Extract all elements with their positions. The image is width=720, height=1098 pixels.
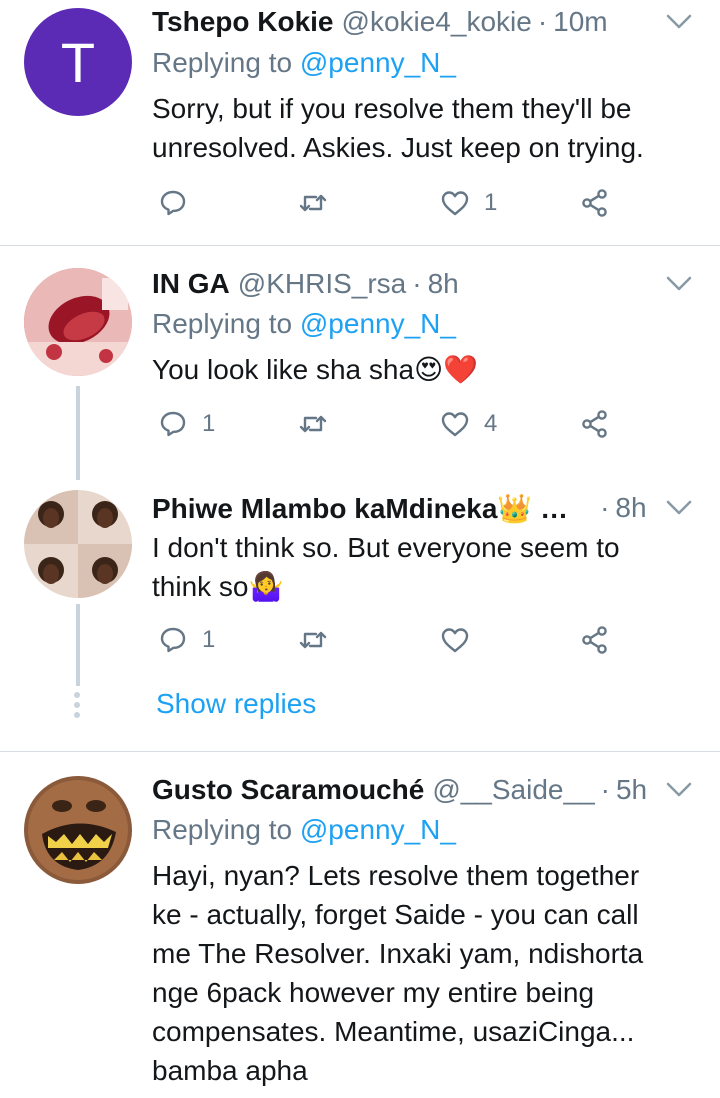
retweet-button[interactable]: [298, 625, 342, 655]
timestamp[interactable]: 8h: [428, 268, 459, 300]
avatar[interactable]: [24, 490, 132, 598]
tweet-4[interactable]: Gusto Scaramouché @__Saide__ · 5h Replyi…: [0, 752, 720, 1098]
chevron-down-icon[interactable]: [666, 12, 692, 32]
separator-dot: ·: [412, 268, 422, 299]
author-name[interactable]: Tshepo Kokie: [152, 6, 334, 38]
thread-line: [76, 386, 80, 480]
avatar-photo: [24, 490, 132, 598]
tweet-2[interactable]: IN GA @KHRIS_rsa · 8h Replying to @penny…: [0, 246, 720, 480]
reply-icon: [160, 627, 186, 653]
share-button[interactable]: [580, 625, 610, 655]
reply-button[interactable]: [158, 188, 202, 218]
tweet-text-line: compensates. Meantime, usaziCinga...: [152, 1016, 635, 1047]
tweet-actions: 1: [152, 188, 622, 228]
reply-button[interactable]: 1: [158, 409, 215, 439]
timestamp[interactable]: 8h: [615, 492, 646, 524]
share-button[interactable]: [580, 188, 610, 218]
separator-dot: ·: [600, 492, 610, 523]
chevron-down-icon[interactable]: [666, 498, 692, 518]
tweet-actions: 1 4: [152, 409, 622, 449]
like-button[interactable]: [440, 625, 484, 655]
replying-to-label: Replying to: [152, 47, 300, 78]
replying-to-label: Replying to: [152, 308, 300, 339]
reply-icon: [160, 190, 186, 216]
share-icon: [582, 189, 607, 217]
heart-icon: [441, 191, 469, 216]
replying-to-label: Replying to: [152, 814, 300, 845]
chevron-down-icon[interactable]: [666, 274, 692, 294]
heart-icon: [441, 412, 469, 437]
avatar-photo: [24, 268, 132, 376]
like-button[interactable]: 4: [440, 409, 497, 439]
author-handle[interactable]: @__Saide__: [432, 774, 594, 806]
author-name[interactable]: Gusto Scaramouché: [152, 774, 424, 806]
avatar[interactable]: T: [24, 8, 132, 116]
replying-to: Replying to @penny_N_: [152, 814, 456, 846]
tweet-3[interactable]: Phiwe Mlambo kaMdineka👑 … · 8h I don't t…: [0, 476, 720, 750]
avatar[interactable]: [24, 268, 132, 376]
author-name[interactable]: Phiwe Mlambo kaMdineka👑 …: [152, 492, 568, 525]
tweet-text-line: bamba apha: [152, 1055, 308, 1086]
avatar[interactable]: [24, 776, 132, 884]
chevron-down-icon[interactable]: [666, 780, 692, 800]
mention-link[interactable]: @penny_N_: [300, 47, 456, 78]
separator-dot: ·: [600, 774, 610, 805]
retweet-icon: [299, 194, 327, 212]
thread-line: [76, 604, 80, 686]
tweet-actions: 1: [152, 625, 622, 665]
tweet-text-line: Hayi, nyan? Lets resolve them together: [152, 860, 640, 891]
tweet-text-line: nge 6pack however my entire being: [152, 977, 595, 1008]
like-count: 1: [484, 189, 498, 216]
like-count: 4: [484, 410, 498, 437]
mention-link[interactable]: @penny_N_: [300, 814, 456, 845]
author-handle[interactable]: @KHRIS_rsa: [238, 268, 406, 300]
reply-button[interactable]: 1: [158, 625, 215, 655]
author-handle[interactable]: @kokie4_kokie: [342, 6, 532, 38]
author-name[interactable]: IN GA: [152, 268, 230, 300]
tweet-text: You look like sha sha😍❤️: [152, 354, 479, 385]
thread-continuation-dots: [74, 692, 82, 722]
share-icon: [582, 410, 607, 438]
separator-dot: ·: [537, 6, 548, 37]
share-icon: [582, 626, 607, 654]
tweet-text: I don't think so. But everyone seem to t…: [152, 532, 620, 602]
tweet-text: Hayi, nyan? Lets resolve them together k…: [152, 856, 712, 1090]
replying-to: Replying to @penny_N_: [152, 308, 456, 340]
reply-count: 1: [202, 626, 216, 653]
reply-icon: [160, 411, 186, 437]
tweet-text: Sorry, but if you resolve them they'll b…: [152, 93, 644, 163]
heart-icon: [441, 628, 469, 653]
mention-link[interactable]: @penny_N_: [300, 308, 456, 339]
show-replies-link[interactable]: Show replies: [156, 688, 316, 720]
avatar-photo: [24, 776, 132, 884]
tweet-text-line: ke - actually, forget Saide - you can ca…: [152, 899, 639, 930]
reply-count: 1: [202, 410, 216, 437]
retweet-icon: [299, 631, 327, 649]
retweet-button[interactable]: [298, 188, 342, 218]
replying-to: Replying to @penny_N_: [152, 47, 456, 79]
tweet-1[interactable]: T Tshepo Kokie @kokie4_kokie · 10m Reply…: [0, 0, 720, 245]
timestamp[interactable]: 10m: [553, 6, 607, 38]
share-button[interactable]: [580, 409, 610, 439]
timestamp[interactable]: 5h: [616, 774, 647, 806]
avatar-letter: T: [60, 30, 96, 94]
like-button[interactable]: 1: [440, 188, 497, 218]
retweet-button[interactable]: [298, 409, 342, 439]
retweet-icon: [299, 415, 327, 433]
tweet-text-line: me The Resolver. Inxaki yam, ndishorta: [152, 938, 644, 969]
